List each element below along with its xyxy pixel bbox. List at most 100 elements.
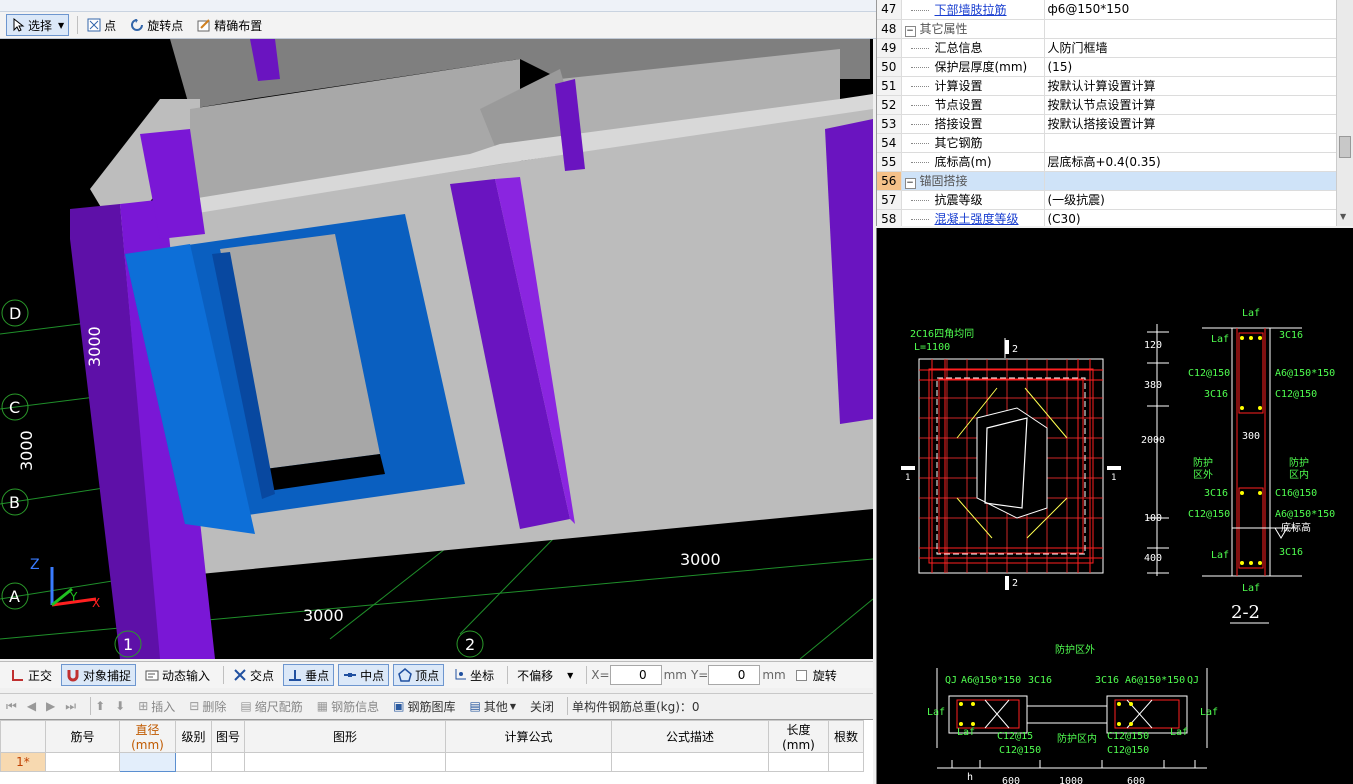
perpendicular-snap[interactable]: 垂点: [283, 664, 335, 686]
rebar-library-button[interactable]: ▣ 钢筋图库: [388, 695, 460, 717]
axis-y-label: Y: [69, 590, 78, 604]
table-cell[interactable]: [828, 752, 864, 772]
properties-scrollbar[interactable]: ▼: [1336, 0, 1353, 226]
object-snap-toggle[interactable]: 对象捕捉: [61, 664, 137, 686]
last-icon[interactable]: ⏭: [65, 699, 76, 714]
property-value[interactable]: 按默认计算设置计算: [1044, 76, 1337, 96]
point-button[interactable]: 点: [82, 14, 121, 36]
column-header[interactable]: 长度(mm): [768, 720, 829, 753]
dim-value: 400: [1144, 553, 1162, 564]
property-row[interactable]: 50 保护层厚度(mm) (15): [877, 57, 1337, 77]
table-cell[interactable]: [45, 752, 120, 772]
column-header[interactable]: 直径(mm): [119, 720, 176, 753]
ortho-toggle[interactable]: 正交: [6, 664, 57, 686]
other-menu-button[interactable]: ▤ 其他 ▼: [464, 695, 521, 717]
intersection-snap[interactable]: 交点: [228, 664, 279, 686]
property-row[interactable]: 49 汇总信息 人防门框墙: [877, 38, 1337, 58]
table-cell[interactable]: [119, 752, 176, 772]
3d-viewport[interactable]: D C B A 1 2 3000 3000 3000 3000 Z Y X: [0, 39, 873, 659]
property-value[interactable]: (一级抗震): [1044, 190, 1337, 210]
property-value[interactable]: [1044, 133, 1337, 153]
rotate-checkbox[interactable]: [795, 669, 807, 681]
table-cell[interactable]: [611, 752, 769, 772]
select-button[interactable]: 选择 ▼: [6, 14, 70, 36]
property-row[interactable]: 53 搭接设置 按默认搭接设置计算: [877, 114, 1337, 134]
collapse-icon[interactable]: −: [904, 26, 916, 37]
chevron-down-icon[interactable]: ▼: [58, 21, 64, 30]
insert-button[interactable]: ⊞ 插入: [133, 695, 180, 717]
object-snap-label: 对象捕捉: [83, 668, 132, 683]
collapse-icon[interactable]: −: [904, 178, 916, 189]
property-row[interactable]: 55 底标高(m) 层底标高+0.4(0.35): [877, 152, 1337, 172]
y-input[interactable]: [708, 665, 761, 685]
rebar-table: 筋号 直径(mm) 级别 图号 图形 计算公式 公式描述 长度(mm) 根数 1…: [0, 720, 864, 772]
table-cell[interactable]: [211, 752, 245, 772]
x-label: X=: [591, 668, 610, 682]
rebar-info-button[interactable]: ▦ 钢筋信息: [312, 695, 384, 717]
next-icon[interactable]: ▶: [46, 699, 55, 713]
property-label: 汇总信息: [934, 41, 983, 55]
property-row[interactable]: 57 抗震等级 (一级抗震): [877, 190, 1337, 210]
plan-label: C12@150: [1107, 731, 1149, 742]
dim-value: 600: [1127, 776, 1145, 784]
table-cell[interactable]: [175, 752, 212, 772]
dynamic-input-toggle[interactable]: 动态输入: [140, 664, 215, 686]
scroll-down-icon[interactable]: ▼: [1340, 212, 1346, 221]
first-icon[interactable]: ⏮: [6, 699, 17, 714]
rebar-label: Laf: [1211, 550, 1229, 561]
column-header[interactable]: 图形: [244, 720, 446, 753]
column-header[interactable]: 根数: [828, 720, 864, 753]
cursor-icon: [11, 17, 25, 32]
delete-button[interactable]: ⊟ 删除: [184, 695, 231, 717]
table-cell[interactable]: [244, 752, 446, 772]
property-value[interactable]: ф6@150*150: [1044, 0, 1337, 20]
table-cell[interactable]: [768, 752, 829, 772]
property-row[interactable]: 58 混凝土强度等级 (C30): [877, 209, 1337, 226]
property-row[interactable]: 52 节点设置 按默认节点设置计算: [877, 95, 1337, 115]
property-name: − 锚固搭接: [901, 171, 1045, 191]
scale-rebar-button[interactable]: ▤ 缩尺配筋: [235, 695, 307, 717]
axis-label-D: D: [9, 304, 21, 323]
property-value[interactable]: (15): [1044, 57, 1337, 77]
coordinate-snap[interactable]: 坐标: [448, 664, 499, 686]
property-value[interactable]: 按默认节点设置计算: [1044, 95, 1337, 115]
property-value[interactable]: 按默认搭接设置计算: [1044, 114, 1337, 134]
offset-mode-select[interactable]: 不偏移 ▼: [512, 664, 578, 686]
scrollbar-thumb[interactable]: [1339, 136, 1351, 158]
column-header[interactable]: 筋号: [45, 720, 120, 753]
property-row[interactable]: 56− 锚固搭接: [877, 171, 1337, 191]
property-value[interactable]: [1044, 171, 1337, 191]
close-button[interactable]: 关闭: [525, 695, 559, 717]
property-value[interactable]: 人防门框墙: [1044, 38, 1337, 58]
property-row[interactable]: 54 其它钢筋: [877, 133, 1337, 153]
plan-label: 防护区内: [1057, 732, 1097, 745]
rebar-info-icon: ▦: [316, 699, 329, 713]
move-down-icon[interactable]: ⬇: [115, 699, 125, 713]
tree-connector: [910, 143, 929, 144]
property-label: 抗震等级: [934, 193, 983, 207]
rotate-point-button[interactable]: 旋转点: [125, 14, 188, 36]
property-row[interactable]: 48− 其它属性: [877, 19, 1337, 39]
property-value[interactable]: (C30): [1044, 209, 1337, 226]
offset-mode-value: 不偏移: [517, 668, 554, 683]
midpoint-snap[interactable]: 中点: [338, 664, 390, 686]
prev-icon[interactable]: ◀: [27, 699, 36, 713]
dim-value: 1000: [1059, 776, 1083, 784]
column-header[interactable]: 公式描述: [611, 720, 769, 753]
property-value[interactable]: [1044, 19, 1337, 39]
property-row[interactable]: 47 下部墙肢拉筋 ф6@150*150: [877, 0, 1337, 20]
midpoint-icon: [343, 668, 357, 682]
x-input[interactable]: [609, 665, 662, 685]
move-up-icon[interactable]: ⬆: [95, 699, 105, 713]
vertex-snap[interactable]: 顶点: [393, 664, 445, 686]
column-header[interactable]: 图号: [211, 720, 245, 753]
column-header[interactable]: 计算公式: [445, 720, 612, 753]
table-cell[interactable]: [445, 752, 612, 772]
table-row[interactable]: 1*: [0, 752, 864, 772]
axis-label-B: B: [9, 493, 20, 512]
precise-layout-button[interactable]: 精确布置: [192, 14, 267, 36]
property-row[interactable]: 51 计算设置 按默认计算设置计算: [877, 76, 1337, 96]
property-value[interactable]: 层底标高+0.4(0.35): [1044, 152, 1337, 172]
plan-label: Laf: [957, 727, 975, 738]
column-header[interactable]: 级别: [175, 720, 212, 753]
